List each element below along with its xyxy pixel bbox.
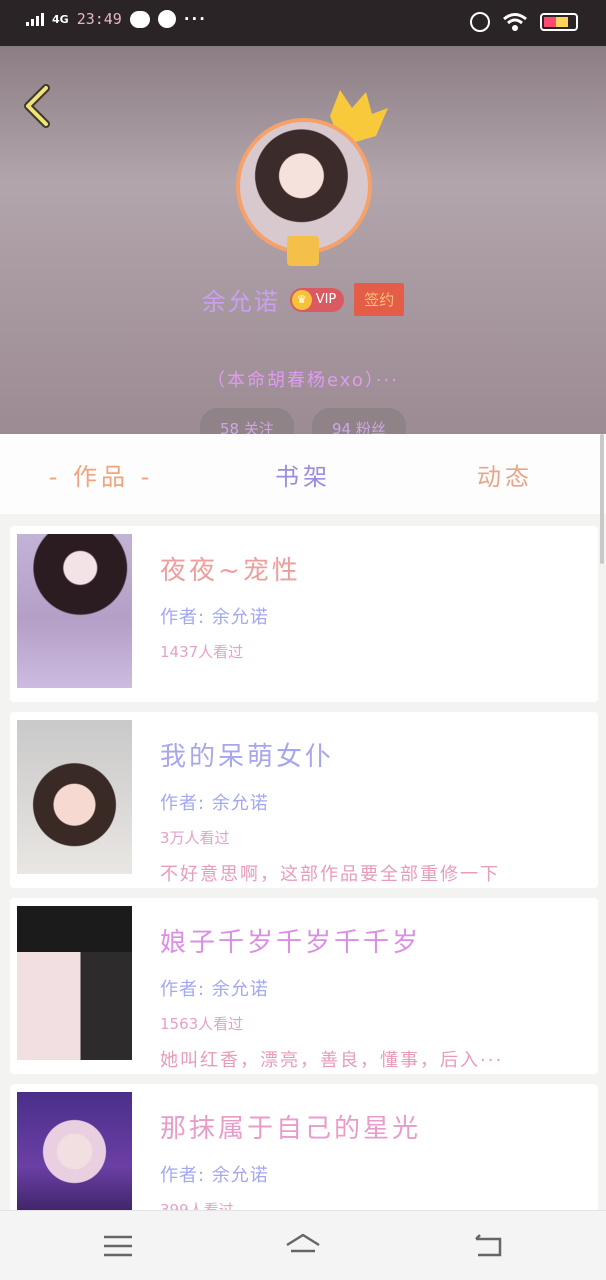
following-count[interactable]: 58 关注 [200, 408, 294, 434]
work-card[interactable]: 我的呆萌女仆 作者: 余允诺 3万人看过 不好意思啊，这部作品要全部重修一下 [10, 712, 598, 888]
work-title[interactable]: 娘子千岁千岁千千岁 [160, 922, 588, 959]
work-card[interactable]: 那抹属于自己的星光 作者: 余允诺 399人看过 [10, 1084, 598, 1224]
level-badge [287, 236, 319, 266]
work-description: 不好意思啊，这部作品要全部重修一下 [160, 864, 500, 885]
pinwheel-icon [157, 10, 176, 28]
work-description: 她叫红香，漂亮，善良，懂事，后入··· [160, 1050, 504, 1071]
scrollbar[interactable] [600, 434, 604, 564]
clock: 23:49 [76, 10, 122, 28]
more-notifications: ··· [183, 10, 207, 28]
alarm-icon [470, 12, 490, 32]
network-label: 4G [52, 12, 69, 26]
back-arrow-icon[interactable] [18, 82, 58, 130]
status-bar: 4G 23:49 ··· [0, 0, 606, 46]
work-title[interactable]: 那抹属于自己的星光 [160, 1108, 588, 1145]
work-title[interactable]: 夜夜~宠性 [160, 550, 588, 587]
vip-label: VIP [315, 292, 337, 307]
work-cover-image [17, 906, 132, 1060]
signed-badge: 签约 [354, 283, 405, 316]
signal-icon [26, 12, 44, 26]
tab-works[interactable]: 作品 [0, 457, 202, 492]
vip-badge: ♛ VIP [289, 287, 345, 312]
work-author: 作者: 余允诺 [160, 793, 269, 814]
work-cover-image [17, 534, 132, 688]
work-author: 作者: 余允诺 [160, 607, 269, 628]
work-views: 1437人看过 [160, 643, 244, 661]
work-title[interactable]: 我的呆萌女仆 [160, 736, 588, 773]
user-name: 余允诺 [201, 288, 280, 316]
work-author: 作者: 余允诺 [160, 1165, 269, 1186]
tab-bookshelf[interactable]: 书架 [202, 457, 404, 492]
work-card[interactable]: 娘子千岁千岁千千岁 作者: 余允诺 1563人看过 她叫红香，漂亮，善良，懂事，… [10, 898, 598, 1074]
profile-header: 余允诺 ♛ VIP 签约 （本命胡春杨exo）··· 58 关注 94 粉丝 [0, 46, 606, 434]
work-author: 作者: 余允诺 [160, 979, 269, 1000]
home-icon[interactable] [283, 1229, 323, 1263]
avatar[interactable] [236, 118, 372, 254]
crown-coin-icon: ♛ [291, 289, 312, 310]
battery-icon [540, 13, 578, 31]
wifi-icon [503, 13, 527, 31]
work-views: 3万人看过 [160, 829, 230, 847]
work-cover-image [17, 720, 132, 874]
profile-tabs: 作品 书架 动态 [0, 434, 606, 514]
menu-icon[interactable] [98, 1229, 138, 1263]
work-card[interactable]: 夜夜~宠性 作者: 余允诺 1437人看过 [10, 526, 598, 702]
works-list: 夜夜~宠性 作者: 余允诺 1437人看过 我的呆萌女仆 作者: 余允诺 3万人… [10, 526, 598, 1234]
system-nav-bar [0, 1210, 606, 1280]
work-views: 1563人看过 [160, 1015, 244, 1033]
tab-activity[interactable]: 动态 [404, 457, 606, 492]
back-icon[interactable] [468, 1229, 508, 1263]
wechat-icon [129, 10, 150, 28]
fans-count[interactable]: 94 粉丝 [312, 408, 406, 434]
work-cover-image [17, 1092, 132, 1216]
user-bio[interactable]: （本命胡春杨exo）··· [0, 366, 606, 392]
